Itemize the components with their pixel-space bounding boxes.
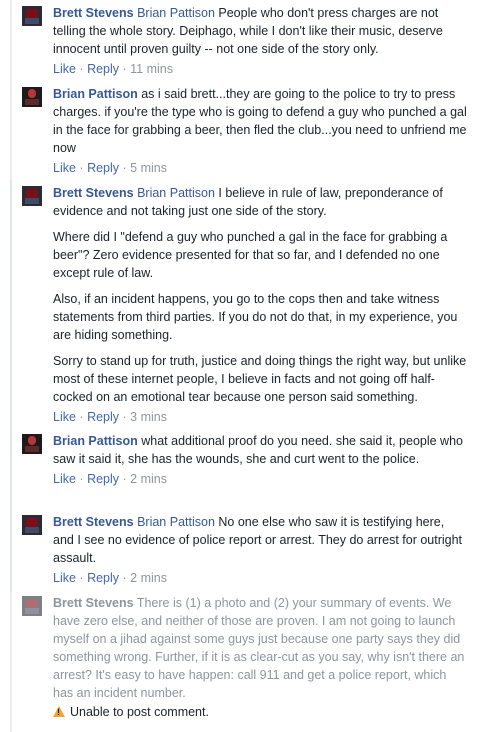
comment: Brett Stevens Brian Pattison People who … — [22, 4, 468, 78]
comment-body: Brett Stevens There is (1) a photo and (… — [53, 594, 468, 702]
post-error-text: Unable to post comment. — [70, 705, 209, 719]
comment-author[interactable]: Brett Stevens — [53, 6, 134, 20]
comment-paragraph: Sorry to stand up for truth, justice and… — [53, 354, 467, 404]
comment-actions: Like · Reply · 11 mins — [53, 62, 173, 76]
comment-author[interactable]: Brian Pattison — [53, 434, 138, 448]
comment-body: Brian Pattison as i said brett...they ar… — [53, 85, 468, 157]
comment-actions: Like · Reply · 2 mins — [53, 571, 167, 585]
reply-button[interactable]: Reply — [87, 571, 119, 585]
reply-button[interactable]: Reply — [87, 161, 119, 175]
comment: Brian Pattison what additional proof do … — [22, 432, 468, 488]
comment-author[interactable]: Brett Stevens — [53, 186, 134, 200]
comment-timestamp[interactable]: 3 mins — [130, 410, 167, 424]
comment-mention[interactable]: Brian Pattison — [137, 6, 215, 20]
comment-timestamp[interactable]: 11 mins — [130, 62, 173, 76]
comment-mention[interactable]: Brian Pattison — [137, 515, 215, 529]
comment-timestamp[interactable]: 5 mins — [130, 161, 167, 175]
comment-actions: Like · Reply · 5 mins — [53, 161, 167, 175]
like-button[interactable]: Like — [53, 62, 76, 76]
like-button[interactable]: Like — [53, 410, 76, 424]
comment-paragraph: Where did I "defend a guy who punched a … — [53, 230, 448, 280]
pending-comment: Brett Stevens There is (1) a photo and (… — [22, 594, 468, 721]
comment-text: There is (1) a photo and (2) your summar… — [53, 596, 465, 700]
comment-author: Brett Stevens — [53, 596, 134, 610]
warning-triangle-icon: ! — [53, 706, 65, 717]
comment-timestamp[interactable]: 2 mins — [130, 472, 167, 486]
comment-actions: Like · Reply · 2 mins — [53, 472, 167, 486]
comment-paragraph: Also, if an incident happens, you go to … — [53, 292, 458, 342]
thread-line-highlight — [10, 180, 12, 592]
comment-body: Brett Stevens Brian Pattison People who … — [53, 4, 468, 58]
comment-body: Brett Stevens Brian Pattison No one else… — [53, 513, 468, 567]
comment-thread: Brett Stevens Brian Pattison People who … — [0, 0, 490, 732]
comment-body: Brian Pattison what additional proof do … — [53, 432, 468, 468]
reply-button[interactable]: Reply — [87, 472, 119, 486]
comment-author[interactable]: Brian Pattison — [53, 87, 138, 101]
avatar — [22, 596, 42, 616]
avatar[interactable] — [22, 515, 42, 535]
reply-button[interactable]: Reply — [87, 410, 119, 424]
avatar[interactable] — [22, 6, 42, 26]
avatar[interactable] — [22, 87, 42, 107]
comment: Brett Stevens Brian Pattison No one else… — [22, 513, 468, 587]
comment: Brett Stevens Brian Pattison I believe i… — [22, 184, 468, 426]
comment-timestamp[interactable]: 2 mins — [130, 571, 167, 585]
reply-button[interactable]: Reply — [87, 62, 119, 76]
like-button[interactable]: Like — [53, 571, 76, 585]
comment: Brian Pattison as i said brett...they ar… — [22, 85, 468, 177]
comment-actions: Like · Reply · 3 mins — [53, 410, 167, 424]
comment-mention[interactable]: Brian Pattison — [137, 186, 215, 200]
avatar[interactable] — [22, 186, 42, 206]
post-error: ! Unable to post comment. — [53, 703, 468, 721]
like-button[interactable]: Like — [53, 472, 76, 486]
comment-author[interactable]: Brett Stevens — [53, 515, 134, 529]
avatar[interactable] — [22, 434, 42, 454]
comment-body: Brett Stevens Brian Pattison I believe i… — [53, 184, 468, 406]
like-button[interactable]: Like — [53, 161, 76, 175]
